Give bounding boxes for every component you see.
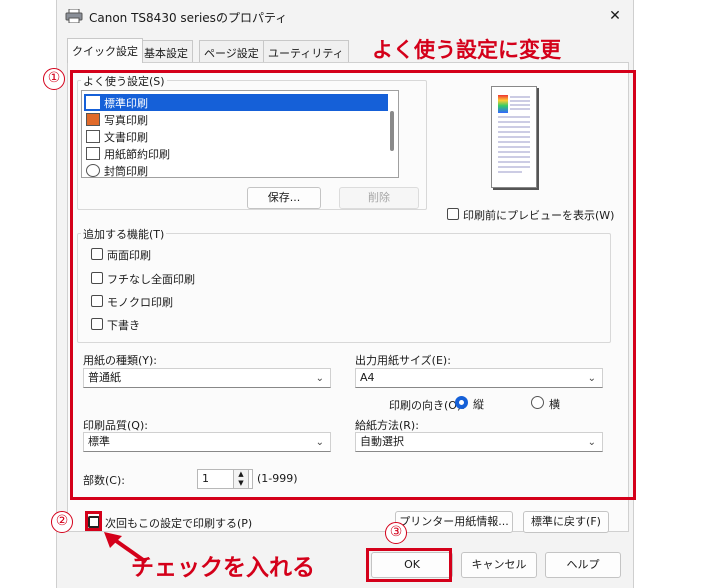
list-item-paper-saving[interactable]: 用紙節約印刷 (84, 145, 388, 162)
list-item-photo[interactable]: 写真印刷 (84, 111, 388, 128)
title-bar: Canon TS8430 seriesのプロパティ ✕ (57, 0, 633, 34)
defaults-button[interactable]: 標準に戻す(F) (523, 511, 609, 533)
help-button[interactable]: ヘルプ (545, 552, 621, 578)
list-item-label: 標準印刷 (104, 96, 148, 110)
copies-stepper[interactable]: ▲ ▼ (233, 469, 249, 489)
printer-icon (65, 9, 83, 23)
paper-source-value: 自動選択 (360, 435, 404, 448)
annotation-marker-3: ③ (385, 522, 407, 544)
preview-before-print-label: 印刷前にプレビューを表示(W) (463, 209, 615, 222)
annotation-marker-2: ② (51, 511, 73, 533)
list-item-document[interactable]: 文書印刷 (84, 128, 388, 145)
tab-main[interactable]: 基本設定 (139, 40, 193, 62)
save-button[interactable]: 保存... (247, 187, 321, 209)
chevron-down-icon: ⌄ (587, 437, 596, 448)
chevron-down-icon: ⌄ (315, 373, 324, 384)
annotation-marker-1: ① (43, 68, 65, 90)
list-item-label: 写真印刷 (104, 113, 148, 127)
close-button[interactable]: ✕ (603, 5, 627, 27)
envelope-icon (86, 164, 100, 177)
printer-properties-dialog: Canon TS8430 seriesのプロパティ ✕ クイック設定 基本設定 … (56, 0, 634, 588)
tab-page-setup[interactable]: ページ設定 (199, 40, 264, 62)
print-quality-select[interactable]: 標準 ⌄ (83, 432, 331, 452)
chevron-down-icon: ⌄ (315, 437, 324, 448)
duplex-label: 両面印刷 (107, 249, 151, 262)
annotation-top-caption: よく使う設定に変更 (372, 38, 561, 62)
orientation-label: 印刷の向き(O): (389, 399, 465, 412)
borderless-checkbox[interactable] (91, 272, 103, 284)
landscape-label: 横 (549, 398, 560, 411)
preview-page-icon (498, 95, 530, 173)
ok-button[interactable]: OK (371, 552, 453, 578)
list-item-standard[interactable]: 標準印刷 (84, 94, 388, 111)
preview-before-print-checkbox[interactable] (447, 208, 459, 220)
list-scrollbar[interactable] (390, 111, 394, 151)
cancel-button[interactable]: キャンセル (461, 552, 537, 578)
chevron-down-icon: ⌄ (587, 373, 596, 384)
list-item-label: 文書印刷 (104, 130, 148, 144)
paper-saving-icon (86, 147, 100, 160)
printer-paper-info-button[interactable]: プリンター用紙情報... (395, 511, 513, 533)
media-type-select[interactable]: 普通紙 ⌄ (83, 368, 331, 388)
additional-features-group (77, 233, 611, 343)
portrait-radio[interactable] (455, 396, 468, 409)
paper-source-select[interactable]: 自動選択 ⌄ (355, 432, 603, 452)
print-preview-image (491, 86, 537, 188)
list-item-envelope[interactable]: 封筒印刷 (84, 162, 388, 178)
photo-print-icon (86, 113, 100, 126)
copies-value: 1 (202, 472, 209, 485)
draft-checkbox[interactable] (91, 318, 103, 330)
annotation-check-caption: チェックを入れる (131, 555, 315, 581)
always-print-checkbox[interactable] (88, 516, 100, 528)
portrait-label: 縦 (473, 398, 484, 411)
grayscale-label: モノクロ印刷 (107, 296, 173, 309)
output-size-label: 出力用紙サイズ(E): (355, 354, 451, 367)
borderless-label: フチなし全面印刷 (107, 273, 195, 286)
delete-button[interactable]: 削除 (339, 187, 419, 209)
list-item-label: 用紙節約印刷 (104, 147, 170, 161)
copies-label: 部数(C): (83, 474, 125, 487)
print-quality-label: 印刷品質(Q): (83, 419, 148, 432)
favorites-label: よく使う設定(S) (81, 73, 167, 89)
list-item-label: 封筒印刷 (104, 164, 148, 178)
output-size-select[interactable]: A4 ⌄ (355, 368, 603, 388)
copies-range: (1-999) (257, 472, 298, 485)
tab-maintenance[interactable]: ユーティリティ (263, 40, 349, 62)
media-type-label: 用紙の種類(Y): (83, 354, 158, 367)
paper-source-label: 給紙方法(R): (355, 419, 419, 432)
media-type-value: 普通紙 (88, 371, 121, 384)
favorites-listbox[interactable]: 標準印刷 写真印刷 文書印刷 用紙節約印刷 封筒印刷 (81, 90, 399, 178)
draft-label: 下書き (107, 319, 140, 332)
print-quality-value: 標準 (88, 435, 110, 448)
landscape-radio[interactable] (531, 396, 544, 409)
document-print-icon (86, 130, 100, 143)
standard-print-icon (86, 96, 100, 109)
tab-quick-setup[interactable]: クイック設定 (67, 38, 143, 63)
output-size-value: A4 (360, 371, 375, 384)
grayscale-checkbox[interactable] (91, 295, 103, 307)
additional-features-label: 追加する機能(T) (81, 226, 167, 242)
window-title: Canon TS8430 seriesのプロパティ (89, 11, 288, 25)
duplex-checkbox[interactable] (91, 248, 103, 260)
